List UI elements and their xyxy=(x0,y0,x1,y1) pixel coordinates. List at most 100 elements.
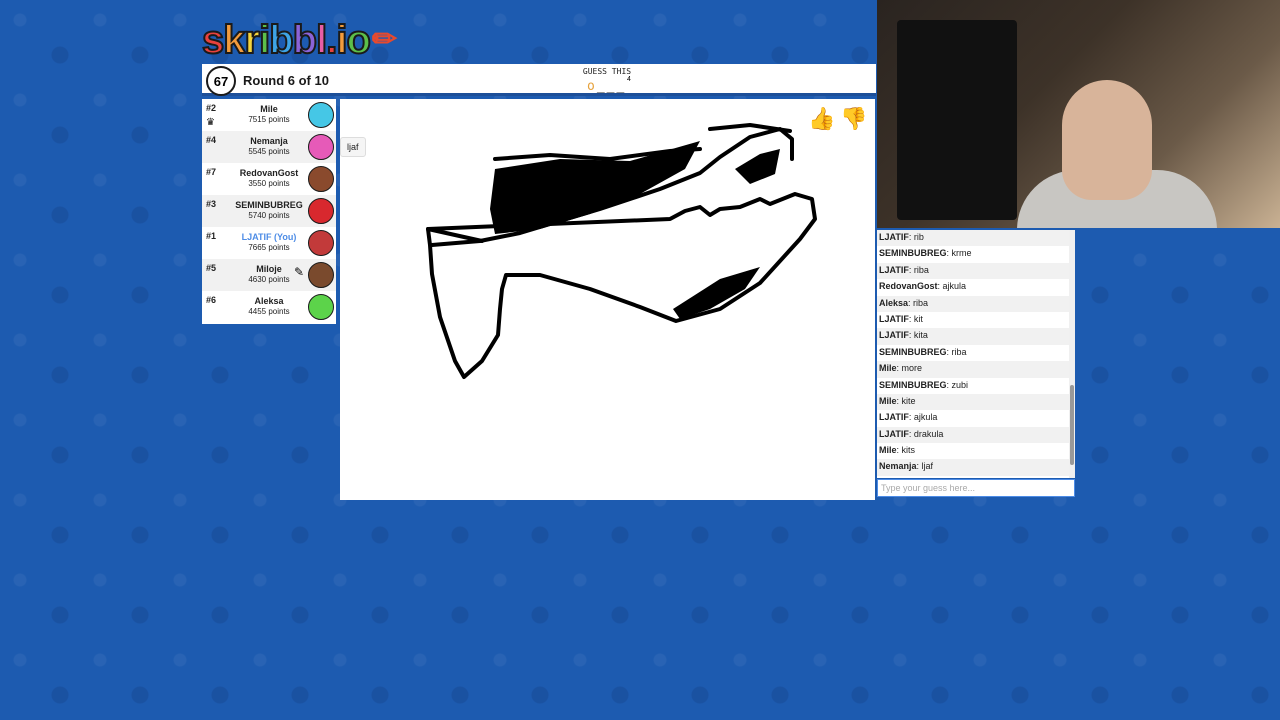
logo-letter: b xyxy=(268,17,294,63)
player-points: 3550 points xyxy=(248,179,290,188)
chat-author: Mile xyxy=(879,363,897,374)
chat-author: SEMINBUBREG xyxy=(879,248,947,259)
player-name: Aleksa xyxy=(254,296,284,306)
chat-text: ajkula xyxy=(942,281,967,292)
avatar xyxy=(308,102,334,128)
player-rank: #5 xyxy=(206,263,217,273)
player-points: 5545 points xyxy=(248,147,290,156)
webcam-person-face xyxy=(1062,80,1152,200)
chat-text: kit xyxy=(913,313,923,324)
chat-message: LJATIF: ajkula xyxy=(877,410,1075,426)
chat-text: kita xyxy=(913,330,928,341)
logo-letter: o xyxy=(345,17,371,63)
chat-message: Mile: kite xyxy=(877,393,1075,411)
chat-text: more xyxy=(901,363,923,374)
revealed-letter: o xyxy=(587,79,597,94)
avatar xyxy=(308,230,334,256)
chat-message: Mile: kits xyxy=(877,443,1075,459)
player-rank: #7 xyxy=(206,167,217,177)
player-points: 5740 points xyxy=(248,211,290,220)
chat-author: Nemanja xyxy=(879,461,917,472)
chat-message: LJATIF: riba xyxy=(877,262,1075,280)
player-rank: #1 xyxy=(206,231,217,241)
chat-messages: LJATIF: rib SEMINBUBREG: krme LJATIF: riba… xyxy=(877,230,1075,476)
logo-letter: i xyxy=(258,17,271,63)
timer-value: 67 xyxy=(213,73,229,89)
player-name: LJATIF (You) xyxy=(241,232,297,242)
chat-message: SEMINBUBREG: riba xyxy=(877,345,1075,361)
player-rank: #4 xyxy=(206,135,217,145)
avatar xyxy=(308,198,334,224)
chat-author: Aleksa xyxy=(879,297,909,308)
player-row[interactable]: #1 LJATIF (You) 7665 points xyxy=(202,227,336,259)
timer-clock: 67 xyxy=(206,66,236,96)
player-points: 7515 points xyxy=(248,115,290,124)
drawing-canvas[interactable] xyxy=(340,99,875,500)
player-name: RedovanGost xyxy=(239,168,299,178)
chat-text: riba xyxy=(951,346,967,357)
chat-scrollbar-thumb[interactable] xyxy=(1070,385,1074,465)
webcam-overlay xyxy=(877,0,1280,228)
word-length: 4 xyxy=(627,76,631,83)
chat-text: riba xyxy=(913,264,929,275)
thumbs-down-icon[interactable]: 👎 xyxy=(840,105,868,133)
chat-message: Mile: more xyxy=(877,361,1075,378)
pencil-icon: ✎ xyxy=(294,265,305,279)
player-row[interactable]: #7 RedovanGost 3550 points xyxy=(202,163,336,195)
chat-author: LJATIF xyxy=(879,264,909,275)
chat-text: zubi xyxy=(951,379,969,390)
guess-input[interactable] xyxy=(877,479,1075,497)
chat-author: SEMINBUBREG xyxy=(879,379,947,390)
top-bar: 67 Round 6 of 10 GUESS THIS o___ 4 xyxy=(202,64,876,96)
player-points: 7665 points xyxy=(248,243,290,252)
player-row[interactable]: #4 Nemanja 5545 points xyxy=(202,131,336,163)
player-rank: #6 xyxy=(206,295,217,305)
chat-text: krme xyxy=(951,248,972,259)
chat-text: riba xyxy=(913,297,929,308)
player-name: Nemanja xyxy=(250,136,288,146)
logo-letter: k xyxy=(222,17,246,63)
chat-author: LJATIF xyxy=(879,330,909,341)
chat-text: ljaf xyxy=(921,461,934,472)
round-indicator: Round 6 of 10 xyxy=(243,73,329,88)
chat-text: drakula xyxy=(913,428,944,439)
chat-author: RedovanGost xyxy=(879,281,938,292)
player-rank: #2 xyxy=(206,103,217,113)
player-rank: #3 xyxy=(206,199,217,209)
chat-message: LJATIF: drakula xyxy=(877,426,1075,444)
logo: s k r i b b l. i o ✏ xyxy=(201,14,397,63)
chat-author: LJATIF xyxy=(879,232,909,242)
chat-scrollbar[interactable] xyxy=(1069,230,1075,478)
word-blanks: ___ xyxy=(596,79,627,94)
logo-pencil-icon: ✏ xyxy=(371,23,397,56)
chat-message: LJATIF: rib xyxy=(877,230,1075,247)
chat-message: SEMINBUBREG: krme xyxy=(877,246,1075,262)
player-name: Mile xyxy=(260,104,278,114)
chat-author: LJATIF xyxy=(879,412,909,423)
guess-this-label: GUESS THIS xyxy=(582,67,632,76)
webcam-background-pc xyxy=(897,20,1017,220)
player-row[interactable]: #5 Miloje 4630 points ✎ xyxy=(202,259,336,291)
logo-letter: b xyxy=(292,17,318,63)
avatar xyxy=(308,134,334,160)
thumbs-up-icon[interactable]: 👍 xyxy=(808,105,836,133)
chat-author: Mile xyxy=(879,395,897,406)
crown-icon: ♛ xyxy=(206,117,215,128)
speech-bubble: ljaf xyxy=(340,137,366,157)
chat-message: RedovanGost: ajkula xyxy=(877,279,1075,295)
logo-letter: i xyxy=(335,17,348,63)
chat-author: LJATIF xyxy=(879,428,909,439)
chat-author: SEMINBUBREG xyxy=(879,346,947,357)
chat-text: rib xyxy=(913,232,924,242)
chat-text: kite xyxy=(901,395,916,406)
player-points: 4455 points xyxy=(248,307,290,316)
player-list: #2 Mile 7515 points ♛ #4 Nemanja 5545 points #7… xyxy=(202,99,336,324)
word-hint: o___ xyxy=(587,79,626,94)
chat-author: Mile xyxy=(879,445,897,456)
player-row[interactable]: #2 Mile 7515 points ♛ xyxy=(202,99,336,131)
chat-panel[interactable]: LJATIF: rib SEMINBUBREG: krme LJATIF: riba… xyxy=(877,230,1075,478)
player-row[interactable]: #6 Aleksa 4455 points xyxy=(202,291,336,323)
player-row[interactable]: #3 SEMINBUBREG 5740 points xyxy=(202,195,336,227)
chat-text: ajkula xyxy=(913,412,938,423)
drawing xyxy=(426,123,817,379)
